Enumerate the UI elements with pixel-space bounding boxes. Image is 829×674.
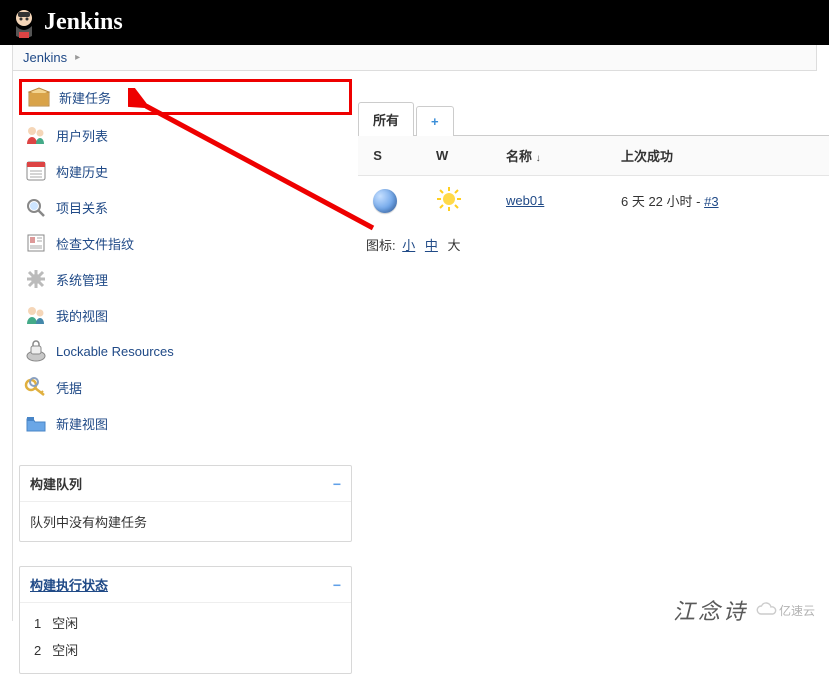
my-views-icon (24, 303, 48, 327)
sidebar-item-new-view[interactable]: 新建视图 (19, 405, 352, 441)
sidebar-item-label: 我的视图 (56, 306, 108, 325)
lock-icon (24, 339, 48, 363)
col-last-success[interactable]: 上次成功 (613, 136, 829, 176)
sidebar-item-new-job[interactable]: 新建任务 (19, 79, 352, 115)
last-success-text: 6 天 22 小时 - (621, 194, 700, 209)
sidebar-item-users[interactable]: 用户列表 (19, 117, 352, 153)
icon-size-small[interactable]: 小 (402, 238, 415, 253)
status-cell (358, 176, 428, 226)
icon-size-medium[interactable]: 中 (425, 238, 438, 253)
collapse-icon[interactable]: − (333, 577, 341, 593)
breadcrumb: Jenkins ▸ (12, 45, 817, 71)
sidebar-item-my-views[interactable]: 我的视图 (19, 297, 352, 333)
jenkins-logo[interactable]: Jenkins (10, 6, 123, 40)
sort-down-icon: ↓ (536, 153, 541, 164)
collapse-icon[interactable]: − (333, 476, 341, 492)
watermark-author: 江念诗 (673, 594, 748, 626)
sidebar-item-label: 凭据 (56, 378, 82, 397)
sidebar-item-label: Lockable Resources (56, 344, 174, 359)
icon-size-large: 大 (448, 238, 461, 253)
sidebar-item-project-relationship[interactable]: 项目关系 (19, 189, 352, 225)
executor-state: 空闲 (52, 643, 78, 658)
executor-row: 1 空闲 (30, 609, 341, 636)
executor-title[interactable]: 构建执行状态 (30, 575, 108, 594)
main-content: 所有 + S W 名称 ↓ 上次成功 (358, 71, 829, 621)
build-queue-body: 队列中没有构建任务 (20, 501, 351, 541)
key-icon (24, 375, 48, 399)
sidebar-item-build-history[interactable]: 构建历史 (19, 153, 352, 189)
jenkins-title: Jenkins (44, 9, 123, 36)
tab-all[interactable]: 所有 (358, 102, 414, 136)
executor-row: 2 空闲 (30, 636, 341, 663)
sidebar: 新建任务 用户列表 构建历史 项目关系 检查文件指纹 (13, 71, 358, 621)
build-queue-widget: 构建队列 − 队列中没有构建任务 (19, 465, 352, 542)
sidebar-item-label: 系统管理 (56, 270, 108, 289)
search-icon (24, 195, 48, 219)
status-ball-icon (373, 189, 397, 213)
watermark: 江念诗 亿速云 (673, 594, 815, 626)
job-link[interactable]: web01 (506, 193, 544, 208)
executor-header: 构建执行状态 − (20, 567, 351, 602)
icon-size-row: 图标: 小 中 大 (358, 225, 829, 264)
sidebar-item-label: 用户列表 (56, 126, 108, 145)
sidebar-item-label: 新建视图 (56, 414, 108, 433)
name-cell: web01 (498, 176, 613, 226)
sidebar-item-lockable[interactable]: Lockable Resources (19, 333, 352, 369)
users-icon (24, 123, 48, 147)
sun-icon (436, 186, 462, 215)
chevron-right-icon: ▸ (75, 52, 80, 63)
new-job-icon (27, 85, 51, 109)
view-tabs: 所有 + (358, 101, 829, 136)
watermark-brand: 亿速云 (756, 602, 815, 619)
sidebar-item-manage[interactable]: 系统管理 (19, 261, 352, 297)
history-icon (24, 159, 48, 183)
sidebar-item-label: 检查文件指纹 (56, 234, 134, 253)
tab-add[interactable]: + (416, 106, 454, 136)
executor-body: 1 空闲 2 空闲 (20, 602, 351, 673)
breadcrumb-root[interactable]: Jenkins (23, 50, 67, 65)
jenkins-logo-icon (10, 6, 38, 40)
sidebar-item-credentials[interactable]: 凭据 (19, 369, 352, 405)
build-link[interactable]: #3 (704, 194, 718, 209)
job-table: S W 名称 ↓ 上次成功 web01 6 天 22 小时 (358, 136, 829, 225)
weather-cell (428, 176, 498, 226)
icon-size-label: 图标: (366, 238, 396, 253)
sidebar-item-label: 构建历史 (56, 162, 108, 181)
folder-plus-icon (24, 411, 48, 435)
executor-num: 2 (34, 643, 41, 658)
sidebar-item-fingerprint[interactable]: 检查文件指纹 (19, 225, 352, 261)
col-status[interactable]: S (358, 136, 428, 176)
last-success-cell: 6 天 22 小时 - #3 (613, 176, 829, 226)
executor-widget: 构建执行状态 − 1 空闲 2 空闲 (19, 566, 352, 674)
table-row: web01 6 天 22 小时 - #3 (358, 176, 829, 226)
sidebar-item-label: 新建任务 (59, 88, 111, 107)
col-weather[interactable]: W (428, 136, 498, 176)
build-queue-header: 构建队列 − (20, 466, 351, 501)
col-name[interactable]: 名称 ↓ (498, 136, 613, 176)
sidebar-item-label: 项目关系 (56, 198, 108, 217)
fingerprint-icon (24, 231, 48, 255)
gear-icon (24, 267, 48, 291)
build-queue-title: 构建队列 (30, 474, 82, 493)
top-header: Jenkins (0, 0, 829, 45)
